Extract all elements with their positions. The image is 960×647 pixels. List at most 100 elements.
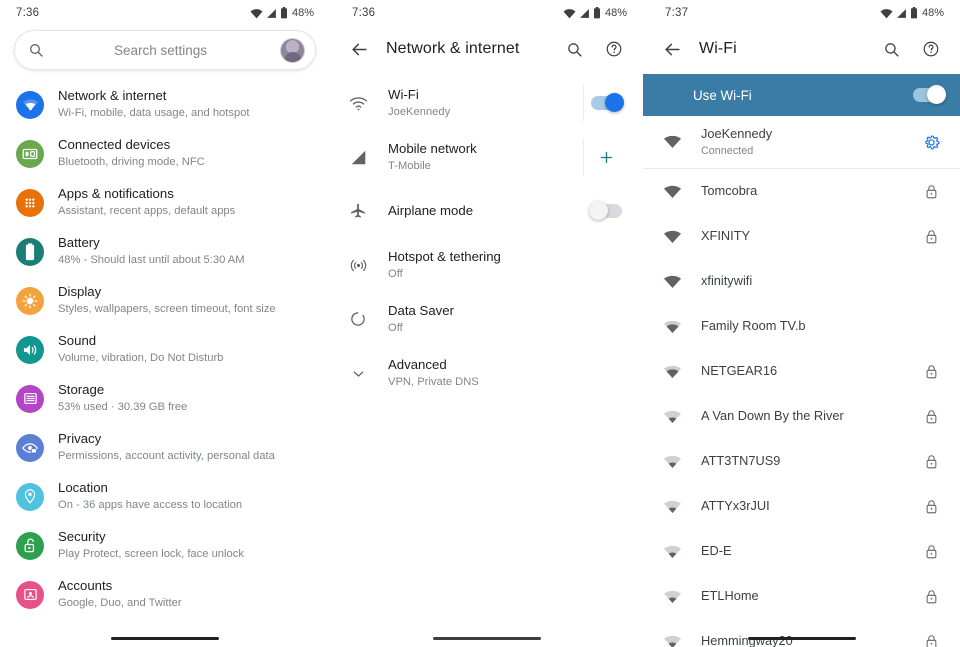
item-subtitle: 53% used · 30.39 GB free <box>58 400 188 413</box>
item-subtitle: Google, Duo, and Twitter <box>58 596 182 609</box>
sidebar-item-location[interactable]: Location On - 36 apps have access to loc… <box>0 472 330 521</box>
list-item-mobile-network[interactable]: Mobile network T-Mobile <box>330 130 643 184</box>
toolbar-actions <box>559 34 629 64</box>
battery-icon <box>16 237 44 266</box>
network-name: Family Room TV.b <box>701 318 806 334</box>
gesture-nav-pill[interactable] <box>432 637 541 640</box>
search-icon[interactable] <box>559 34 589 64</box>
item-title: Sound <box>58 333 97 348</box>
sidebar-item-display[interactable]: Display Styles, wallpapers, screen timeo… <box>0 276 330 325</box>
search-icon[interactable] <box>876 34 906 64</box>
network-name: Tomcobra <box>701 183 758 199</box>
help-icon[interactable] <box>916 34 946 64</box>
network-name: A Van Down By the River <box>701 408 844 424</box>
network-name: NETGEAR16 <box>701 363 778 379</box>
three-phone-screenshots: 7:36 48% Search settings Network & inter… <box>0 0 960 647</box>
wifi-signal-icon <box>659 635 685 647</box>
sidebar-item-network-internet[interactable]: Network & internet Wi-Fi, mobile, data u… <box>0 80 330 129</box>
wifi-network-row[interactable]: ETLHome <box>643 574 960 619</box>
network-text: Family Room TV.b <box>701 318 902 335</box>
status-clock: 7:36 <box>16 7 40 19</box>
sidebar-item-apps-notifications[interactable]: Apps & notifications Assistant, recent a… <box>0 178 330 227</box>
wifi-network-row[interactable]: NETGEAR16 <box>643 349 960 394</box>
wifi-network-row[interactable]: A Van Down By the River <box>643 394 960 439</box>
list-item-airplane-mode[interactable]: Airplane mode <box>330 184 643 238</box>
wifi-network-row[interactable]: ATTYx3rJUI <box>643 484 960 529</box>
wifi-network-row[interactable]: XFINITY <box>643 214 960 259</box>
wifi-network-row[interactable]: Hemmingway20 <box>643 619 960 647</box>
status-bar: 7:37 48% <box>643 0 960 26</box>
network-text: ATTYx3rJUI <box>701 498 902 515</box>
use-wifi-toggle[interactable] <box>913 85 946 104</box>
lock-icon <box>918 409 944 424</box>
item-subtitle: Play Protect, screen lock, face unlock <box>58 547 244 560</box>
wifi-network-row[interactable]: xfinitywifi <box>643 259 960 304</box>
account-card-icon <box>16 580 44 609</box>
item-title: Privacy <box>58 431 102 446</box>
wifi-status-icon <box>250 8 263 19</box>
item-subtitle: 48% - Should last until about 5:30 AM <box>58 253 245 266</box>
item-text: Airplane mode <box>388 202 565 219</box>
add-network-button[interactable] <box>583 139 629 175</box>
gear-icon[interactable] <box>918 134 944 151</box>
chevron-down-icon <box>346 365 370 382</box>
wifi-network-row[interactable]: ED-E <box>643 529 960 574</box>
wifi-icon <box>346 96 370 111</box>
network-text: Tomcobra <box>701 183 902 200</box>
wifi-signal-icon <box>659 455 685 469</box>
list-item-data-saver[interactable]: Data Saver Off <box>330 292 643 346</box>
search-settings-bar[interactable]: Search settings <box>14 30 316 70</box>
item-text: Sound Volume, vibration, Do Not Disturb <box>58 333 223 366</box>
battery-icon <box>910 7 918 19</box>
wifi-signal-icon <box>659 365 685 379</box>
item-text: Location On - 36 apps have access to loc… <box>58 480 242 513</box>
wifi-toggle[interactable] <box>583 85 629 121</box>
gesture-nav-pill[interactable] <box>111 637 219 640</box>
toolbar: Network & internet <box>330 26 643 72</box>
sidebar-item-privacy[interactable]: Privacy Permissions, account activity, p… <box>0 423 330 472</box>
wifi-network-row[interactable]: ATT3TN7US9 <box>643 439 960 484</box>
battery-percent: 48% <box>604 7 627 19</box>
toggle-switch[interactable] <box>591 93 624 112</box>
back-arrow-icon[interactable] <box>657 34 687 64</box>
network-text: xfinitywifi <box>701 273 902 290</box>
item-text: Accounts Google, Duo, and Twitter <box>58 578 182 611</box>
item-title: Network & internet <box>58 88 167 103</box>
network-text: A Van Down By the River <box>701 408 902 425</box>
status-icons: 48% <box>880 7 944 19</box>
gesture-nav-pill[interactable] <box>747 637 856 640</box>
use-wifi-row[interactable]: Use Wi-Fi <box>643 74 960 116</box>
list-item-advanced[interactable]: Advanced VPN, Private DNS <box>330 346 643 400</box>
settings-list: Network & internet Wi-Fi, mobile, data u… <box>0 80 330 619</box>
item-text: Apps & notifications Assistant, recent a… <box>58 186 235 219</box>
item-title: Storage <box>58 382 105 397</box>
item-subtitle: T-Mobile <box>388 159 431 172</box>
search-input[interactable]: Search settings <box>41 43 280 58</box>
storage-icon <box>16 384 44 413</box>
avatar[interactable] <box>280 37 305 63</box>
wifi-network-row[interactable]: Family Room TV.b <box>643 304 960 349</box>
sidebar-item-security[interactable]: Security Play Protect, screen lock, face… <box>0 521 330 570</box>
sidebar-item-connected-devices[interactable]: Connected devices Bluetooth, driving mod… <box>0 129 330 178</box>
back-arrow-icon[interactable] <box>344 34 374 64</box>
settings-home-screen: 7:36 48% Search settings Network & inter… <box>0 0 330 647</box>
sidebar-item-accounts[interactable]: Accounts Google, Duo, and Twitter <box>0 570 330 619</box>
sidebar-item-sound[interactable]: Sound Volume, vibration, Do Not Disturb <box>0 325 330 374</box>
wifi-screen: 7:37 48% Wi-Fi Use Wi-Fi JoeKennedy Conn… <box>643 0 960 647</box>
network-name: ED-E <box>701 543 732 559</box>
list-item-hotspot-tethering[interactable]: Hotspot & tethering Off <box>330 238 643 292</box>
sidebar-item-storage[interactable]: Storage 53% used · 30.39 GB free <box>0 374 330 423</box>
item-subtitle: On - 36 apps have access to location <box>58 498 243 511</box>
lock-icon <box>918 364 944 379</box>
help-icon[interactable] <box>599 34 629 64</box>
toggle-switch[interactable] <box>588 201 622 220</box>
wifi-network-row[interactable]: Tomcobra <box>643 169 960 214</box>
speaker-icon <box>16 335 44 364</box>
item-subtitle: Assistant, recent apps, default apps <box>58 204 236 217</box>
airplane-toggle[interactable] <box>583 193 629 229</box>
wifi-network-row[interactable]: JoeKennedy Connected <box>643 116 960 168</box>
sidebar-item-battery[interactable]: Battery 48% - Should last until about 5:… <box>0 227 330 276</box>
item-text: Wi-Fi JoeKennedy <box>388 86 565 119</box>
list-item-wifi[interactable]: Wi-Fi JoeKennedy <box>330 76 643 130</box>
network-name: JoeKennedy <box>701 126 773 142</box>
